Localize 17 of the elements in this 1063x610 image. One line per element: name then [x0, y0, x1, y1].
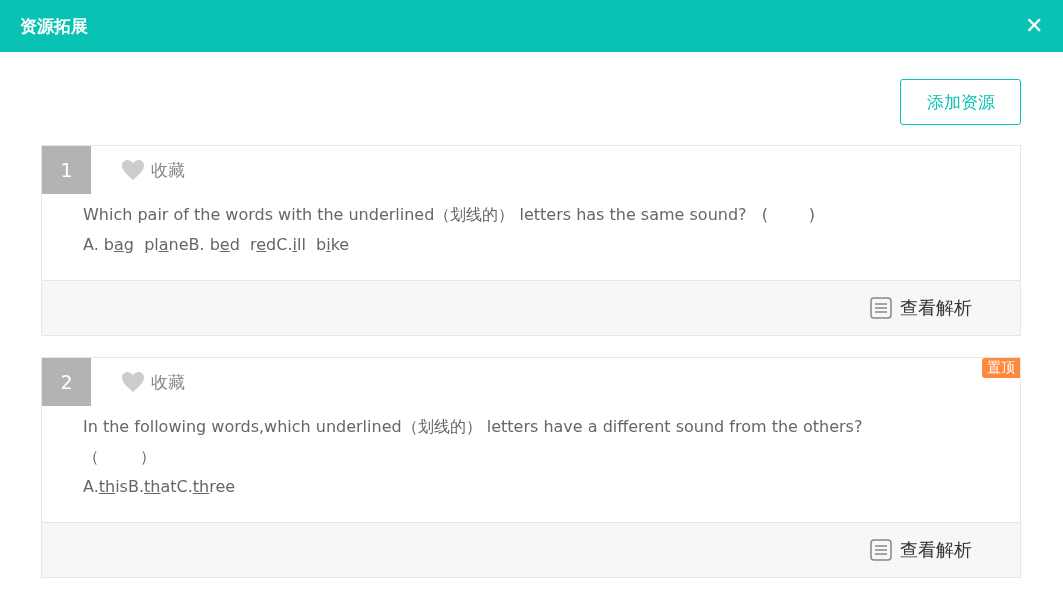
- add-resource-button[interactable]: 添加资源: [900, 79, 1021, 125]
- answer-options: A. bag planeB. bed redC.ill bike: [83, 230, 1000, 260]
- dialog-title: 资源拓展: [20, 14, 88, 38]
- question-number: 2: [42, 358, 91, 406]
- favorite-button[interactable]: 收藏: [121, 158, 185, 182]
- answer-options: A.thisB.thatC.three: [83, 472, 1000, 502]
- list-icon: [870, 539, 892, 561]
- pinned-badge: 置顶: [982, 358, 1020, 378]
- view-analysis-button[interactable]: 查看解析: [870, 296, 972, 320]
- question-number: 1: [42, 146, 91, 194]
- question-text: In the following words,which underlined（划线的） letters have a different sound from the others?: [83, 416, 864, 438]
- close-button[interactable]: ✕: [1025, 13, 1043, 39]
- favorite-button[interactable]: 收藏: [121, 370, 185, 394]
- question-text: （ ）: [83, 446, 157, 468]
- view-analysis-button[interactable]: 查看解析: [870, 538, 972, 562]
- question-text: Which pair of the words with the underlined（划线的） letters has the same sound? ( ): [83, 204, 816, 226]
- list-icon: [870, 297, 892, 319]
